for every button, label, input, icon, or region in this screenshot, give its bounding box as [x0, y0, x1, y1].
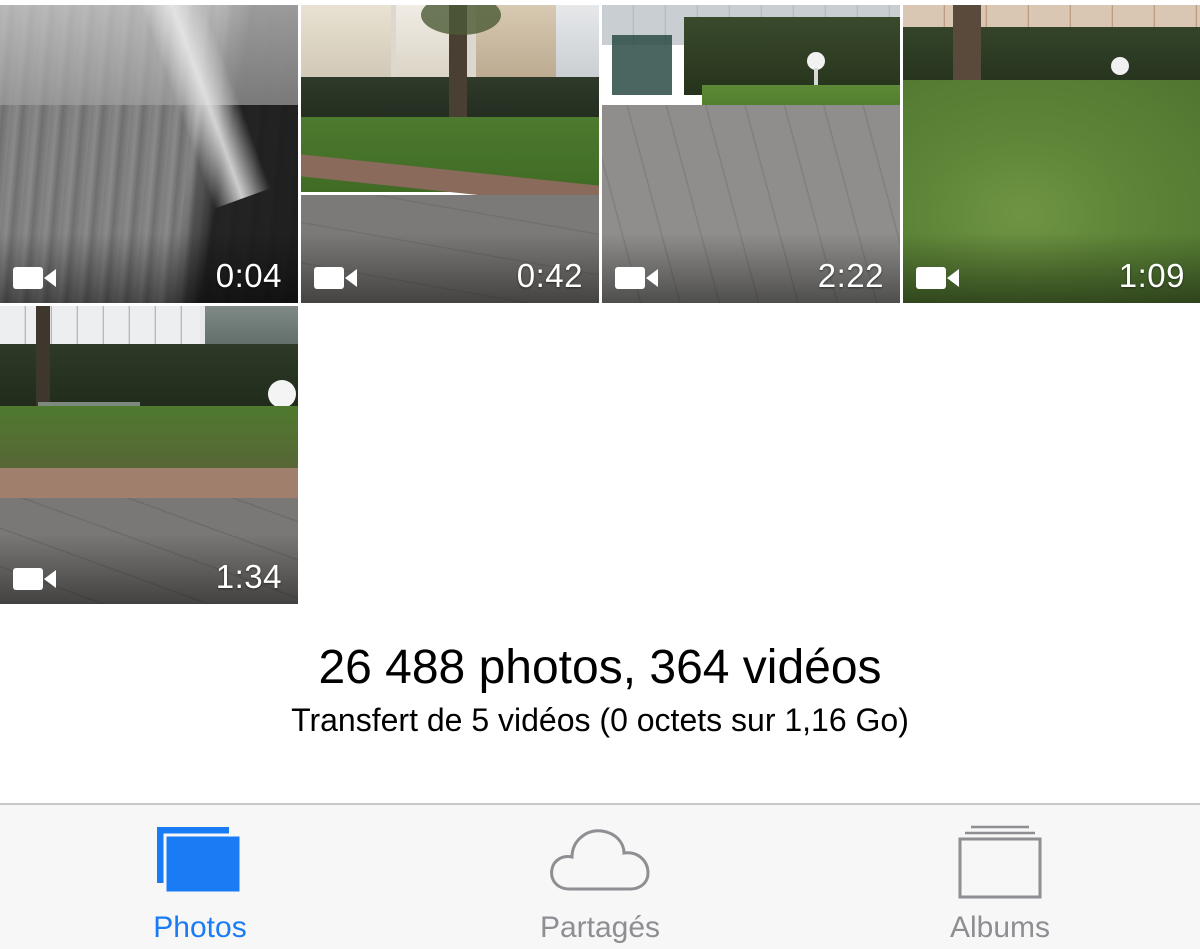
tab-label: Photos — [153, 911, 247, 944]
video-thumbnail[interactable]: 2:22 — [602, 5, 900, 303]
video-duration: 0:04 — [215, 257, 282, 294]
video-thumbnail[interactable]: 1:34 — [0, 306, 298, 604]
video-camera-icon — [615, 267, 658, 289]
video-duration: 1:09 — [1118, 257, 1185, 294]
photos-icon — [157, 827, 243, 895]
cloud-icon — [550, 829, 650, 891]
video-thumbnail[interactable]: 1:09 — [903, 5, 1200, 303]
video-duration: 2:22 — [817, 257, 884, 294]
library-summary: 26 488 photos, 364 vidéos Transfert de 5… — [0, 640, 1200, 740]
tab-photos[interactable]: Photos — [0, 805, 400, 949]
tab-bar: Photos Partagés Albums — [0, 803, 1200, 949]
tab-albums[interactable]: Albums — [800, 805, 1200, 949]
video-grid: 0:04 0:42 2:22 1:09 1:34 — [0, 0, 1200, 605]
albums-icon — [958, 825, 1042, 899]
video-thumbnail[interactable]: 0:04 — [0, 5, 298, 303]
tab-label: Albums — [949, 911, 1051, 944]
transfer-status: Transfert de 5 vidéos (0 octets sur 1,16… — [291, 702, 909, 738]
video-camera-icon — [916, 267, 959, 289]
video-camera-icon — [13, 568, 56, 590]
video-duration: 1:34 — [215, 558, 282, 595]
video-thumbnail[interactable]: 0:42 — [301, 5, 599, 303]
video-camera-icon — [13, 267, 56, 289]
tab-partages[interactable]: Partagés — [400, 805, 800, 949]
video-duration: 0:42 — [516, 257, 583, 294]
video-camera-icon — [314, 267, 357, 289]
tab-label: Partagés — [539, 911, 661, 944]
library-count: 26 488 photos, 364 vidéos — [318, 641, 882, 694]
